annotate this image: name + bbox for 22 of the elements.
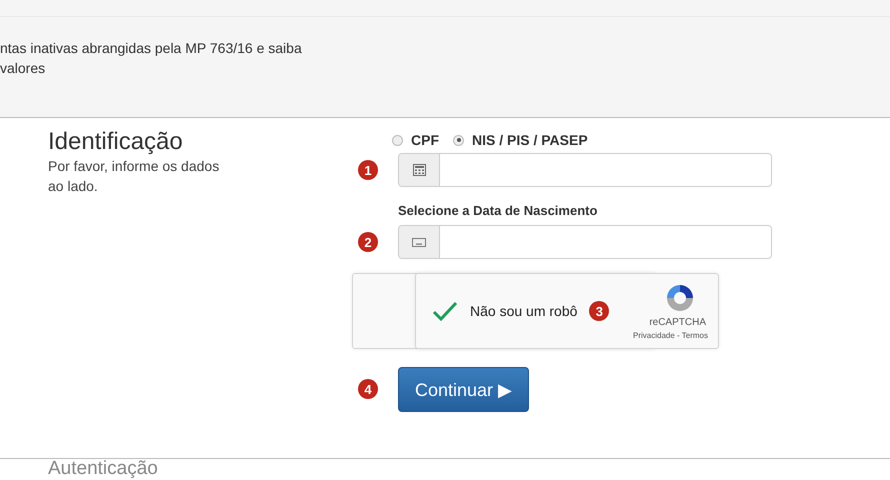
section-description: Por favor, informe os dados ao lado. [48, 157, 220, 196]
recaptcha-brand: reCAPTCHA [649, 317, 706, 328]
keyboard-icon [412, 238, 426, 246]
birth-date-field[interactable] [398, 225, 772, 259]
step-number: 3 [589, 301, 610, 321]
recaptcha-logo-icon [664, 282, 696, 314]
field-label: Selecione a Data de Nascimento [398, 203, 598, 218]
captcha-label: Não sou um robô [470, 303, 578, 319]
section-title: Identificação [48, 128, 184, 156]
continue-button[interactable]: Continuar ▶ [398, 367, 529, 412]
calculator-icon [412, 164, 426, 176]
id-type-radio[interactable]: NIS / PIS / PASEP [453, 132, 588, 148]
privacy-terms-link[interactable]: Privacidade - Termos [633, 331, 708, 340]
step-number: 2 [358, 232, 378, 252]
section-title: Autenticação [48, 459, 159, 479]
id-type-radio[interactable]: CPF [392, 132, 439, 148]
intro-text: valores [0, 59, 46, 78]
step-number: 4 [358, 379, 378, 399]
id-input-field[interactable] [398, 153, 772, 187]
intro-text: ntas inativas abrangidas pela MP 763/16 e saiba [0, 39, 302, 58]
checkmark-icon[interactable] [432, 301, 458, 321]
step-number: 1 [358, 160, 378, 180]
